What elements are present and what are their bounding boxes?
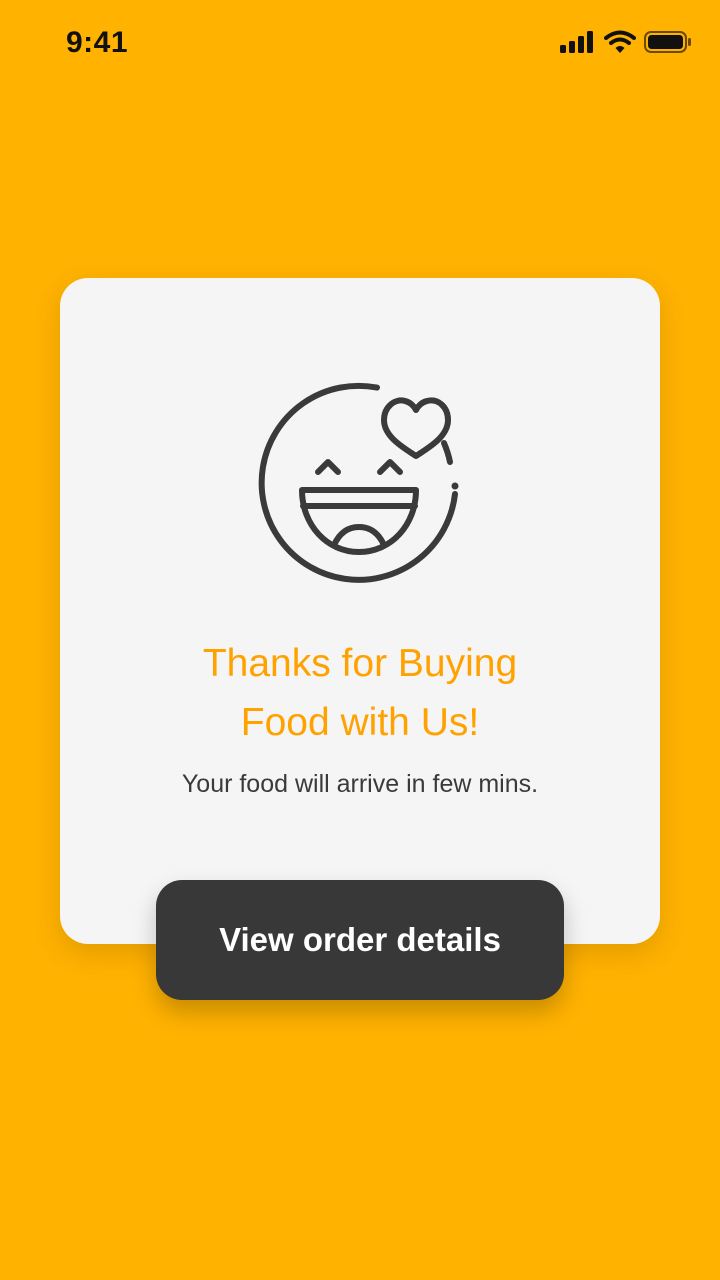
confirmation-subtitle: Your food will arrive in few mins. <box>181 770 539 798</box>
confirmation-title-line-2: Food with Us! <box>240 701 480 744</box>
confirmation-title: Thanks for Buying Food with Us! <box>60 634 660 752</box>
cellular-signal-icon <box>560 31 593 53</box>
status-icons <box>560 30 692 54</box>
wifi-icon <box>604 30 636 53</box>
smiling-face-with-heart-icon <box>258 382 459 583</box>
confirmation-title-line-1: Thanks for Buying <box>202 642 518 685</box>
confirmation-card <box>60 278 660 944</box>
status-time: 9:41 <box>66 26 129 59</box>
status-bar: 9:41 <box>0 0 720 92</box>
view-order-details-button[interactable]: View order details <box>156 880 564 1000</box>
battery-icon <box>644 31 691 53</box>
